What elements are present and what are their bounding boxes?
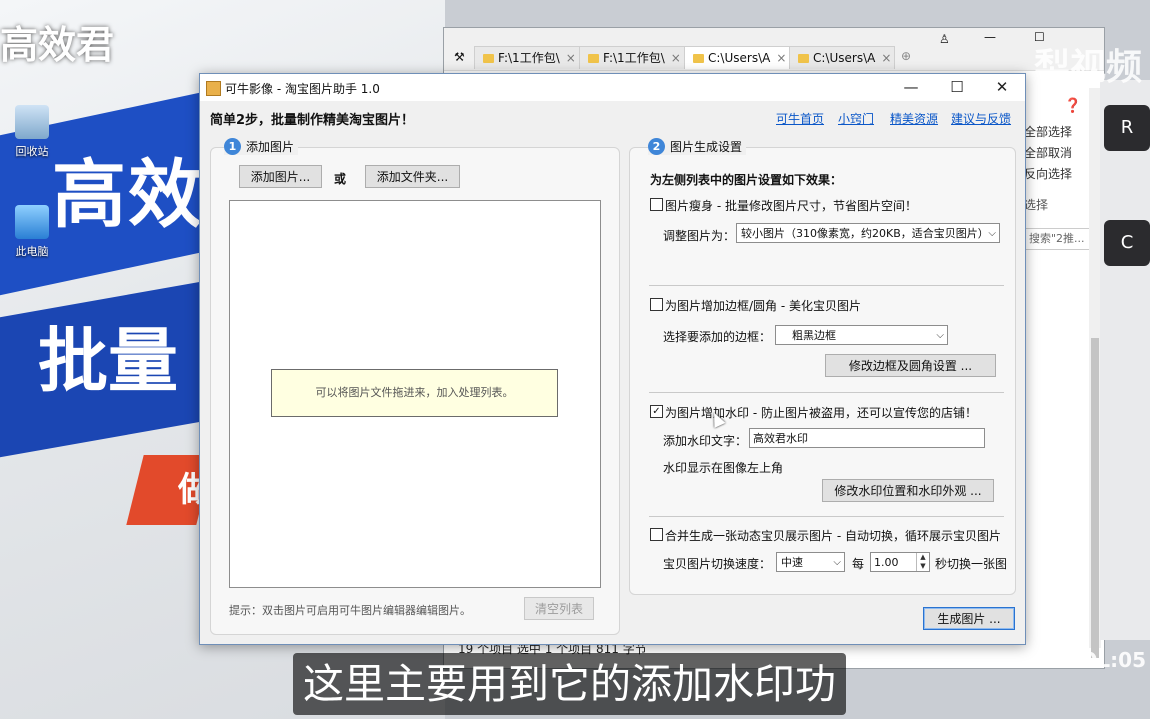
border-select-label: 选择要添加的边框： bbox=[663, 330, 772, 344]
chevron-down-icon: ⌵ bbox=[936, 330, 944, 341]
explorer-tab[interactable]: F:\1工作包\ × bbox=[474, 46, 580, 69]
folder-icon bbox=[693, 54, 704, 63]
explorer-tab-bar: ⚒ F:\1工作包\ × F:\1工作包\ × C:\Users\A × C:\Use… bbox=[444, 28, 1104, 71]
link-tips[interactable]: 小窍门 bbox=[838, 110, 874, 127]
speed-label: 宝贝图片切换速度： bbox=[663, 557, 772, 571]
dialog-titlebar: 可牛影像 - 淘宝图片助手 1.0 — ☐ ✕ bbox=[200, 74, 1025, 101]
taobao-image-helper-dialog: 可牛影像 - 淘宝图片助手 1.0 — ☐ ✕ 简单2步，批量制作精美淘宝图片！… bbox=[199, 73, 1026, 645]
spinner-arrows-icon[interactable]: ▲ ▼ bbox=[916, 553, 929, 571]
slim-label: 图片瘦身 - 批量修改图片尺寸，节省图片空间！ bbox=[665, 199, 917, 213]
close-icon[interactable]: × bbox=[671, 51, 681, 65]
step-title: 添加图片 bbox=[246, 140, 295, 154]
dialog-title: 可牛影像 - 淘宝图片助手 1.0 bbox=[225, 82, 380, 96]
divider bbox=[649, 516, 1004, 517]
animate-label: 合并生成一张动态宝贝展示图片 - 自动切换，循环展示宝贝图片 bbox=[665, 529, 1001, 543]
generate-button[interactable]: 生成图片 ... bbox=[923, 607, 1015, 630]
step-2-header: 2 图片生成设置 bbox=[648, 138, 747, 155]
border-select[interactable]: 粗黑边框 ⌵ bbox=[775, 325, 948, 345]
border-label: 为图片增加边框/圆角 - 美化宝贝图片 bbox=[665, 299, 862, 313]
close-button[interactable]: ✕ bbox=[979, 74, 1025, 101]
minimize-icon[interactable]: — bbox=[984, 30, 996, 44]
folder-icon bbox=[588, 54, 599, 63]
folder-icon bbox=[798, 54, 809, 63]
keyboard-key: R bbox=[1104, 105, 1150, 151]
minimize-button[interactable]: — bbox=[888, 74, 934, 101]
watermark-checkbox[interactable]: ✓ bbox=[650, 405, 663, 418]
user-icon[interactable]: ♙ bbox=[939, 32, 950, 46]
every-label: 每 bbox=[852, 557, 865, 571]
new-tab-icon[interactable]: ⊕ bbox=[901, 49, 911, 63]
chevron-down-icon: ⌵ bbox=[988, 228, 996, 239]
link-home[interactable]: 可牛首页 bbox=[776, 110, 824, 127]
image-list[interactable]: 可以将图片文件拖进来，加入处理列表。 bbox=[229, 200, 601, 588]
explorer-tab[interactable]: F:\1工作包\ × bbox=[579, 46, 685, 69]
step-number: 1 bbox=[224, 138, 241, 155]
watermark-settings-button[interactable]: 修改水印位置和水印外观 ... bbox=[822, 479, 994, 502]
explorer-tab[interactable]: C:\Users\A × bbox=[789, 46, 895, 69]
link-resources[interactable]: 精美资源 bbox=[890, 110, 938, 127]
video-subtitle: 这里主要用到它的添加水印功 bbox=[293, 653, 846, 715]
computer-icon bbox=[15, 205, 49, 239]
select-none-link[interactable]: 全部取消 bbox=[1024, 144, 1094, 165]
watermark-text-label: 添加水印文字： bbox=[663, 434, 748, 448]
promo-banner-text-top: 高效 bbox=[52, 152, 204, 238]
border-settings-button[interactable]: 修改边框及圆角设置 ... bbox=[825, 354, 996, 377]
desktop-icon-label: 此电脑 bbox=[15, 245, 49, 258]
slim-checkbox[interactable] bbox=[650, 198, 663, 211]
keyboard-photo: R C bbox=[1100, 80, 1150, 640]
site-watermark: 梨视频 bbox=[1033, 47, 1142, 88]
or-label: 或 bbox=[334, 172, 347, 186]
channel-logo: 高效君 bbox=[0, 23, 115, 67]
volume-tag: VOL:05 bbox=[1065, 648, 1146, 672]
step-number: 2 bbox=[648, 138, 665, 155]
divider bbox=[649, 285, 1004, 286]
wrench-icon[interactable]: ⚒ bbox=[454, 50, 465, 64]
watermark-position-text: 水印显示在图像左上角 bbox=[663, 461, 784, 475]
folder-icon bbox=[483, 54, 494, 63]
help-icon[interactable]: ❓ bbox=[1064, 98, 1081, 114]
seconds-input[interactable]: 1.00 ▲ ▼ bbox=[870, 552, 930, 572]
desktop-icon-recycle-bin[interactable]: 回收站 bbox=[2, 105, 62, 159]
seconds-suffix: 秒切换一张图 bbox=[935, 557, 1008, 571]
maximize-button[interactable]: ☐ bbox=[934, 74, 980, 101]
settings-intro: 为左侧列表中的图片设置如下效果： bbox=[650, 173, 843, 187]
select-all-link[interactable]: 全部选择 bbox=[1024, 123, 1094, 144]
link-feedback[interactable]: 建议与反馈 bbox=[951, 110, 1011, 127]
dialog-heading: 简单2步，批量制作精美淘宝图片！ bbox=[210, 113, 415, 128]
border-checkbox[interactable] bbox=[650, 298, 663, 311]
speed-select[interactable]: 中速 ⌵ bbox=[776, 552, 845, 572]
select-group-label: 选择 bbox=[1024, 198, 1049, 212]
step-1-header: 1 添加图片 bbox=[224, 138, 299, 155]
resize-select[interactable]: 较小图片（310像素宽，约20KB，适合宝贝图片） ⌵ bbox=[736, 223, 1000, 243]
desktop-icon-this-pc[interactable]: 此电脑 bbox=[2, 205, 62, 259]
watermark-text-input[interactable]: 高效君水印 bbox=[749, 428, 985, 448]
resize-label: 调整图片为： bbox=[663, 229, 736, 243]
promo-banner-text-bottom: 批量 bbox=[38, 320, 178, 402]
animate-checkbox[interactable] bbox=[650, 528, 663, 541]
keyboard-key: C bbox=[1104, 220, 1150, 266]
app-icon bbox=[206, 81, 221, 96]
add-images-button[interactable]: 添加图片... bbox=[239, 165, 322, 188]
close-icon[interactable]: × bbox=[566, 51, 576, 65]
close-icon[interactable]: × bbox=[776, 51, 786, 65]
drop-hint: 可以将图片文件拖进来，加入处理列表。 bbox=[271, 369, 558, 417]
step-title: 图片生成设置 bbox=[670, 140, 743, 154]
chevron-down-icon: ⌵ bbox=[833, 557, 841, 568]
close-icon[interactable]: × bbox=[881, 51, 891, 65]
explorer-selection-actions: 全部选择 全部取消 反向选择 选择 bbox=[1024, 123, 1094, 217]
explorer-search-input[interactable]: 搜索"2推... bbox=[1024, 228, 1096, 250]
divider bbox=[649, 392, 1004, 393]
edit-tip: 提示：双击图片可启用可牛图片编辑器编辑图片。 bbox=[229, 604, 471, 617]
recycle-bin-icon bbox=[15, 105, 49, 139]
invert-selection-link[interactable]: 反向选择 bbox=[1024, 165, 1094, 186]
add-folder-button[interactable]: 添加文件夹... bbox=[365, 165, 460, 188]
clear-list-button[interactable]: 清空列表 bbox=[524, 597, 594, 620]
desktop-icon-label: 回收站 bbox=[15, 145, 49, 158]
explorer-tab-active[interactable]: C:\Users\A × bbox=[684, 46, 790, 69]
